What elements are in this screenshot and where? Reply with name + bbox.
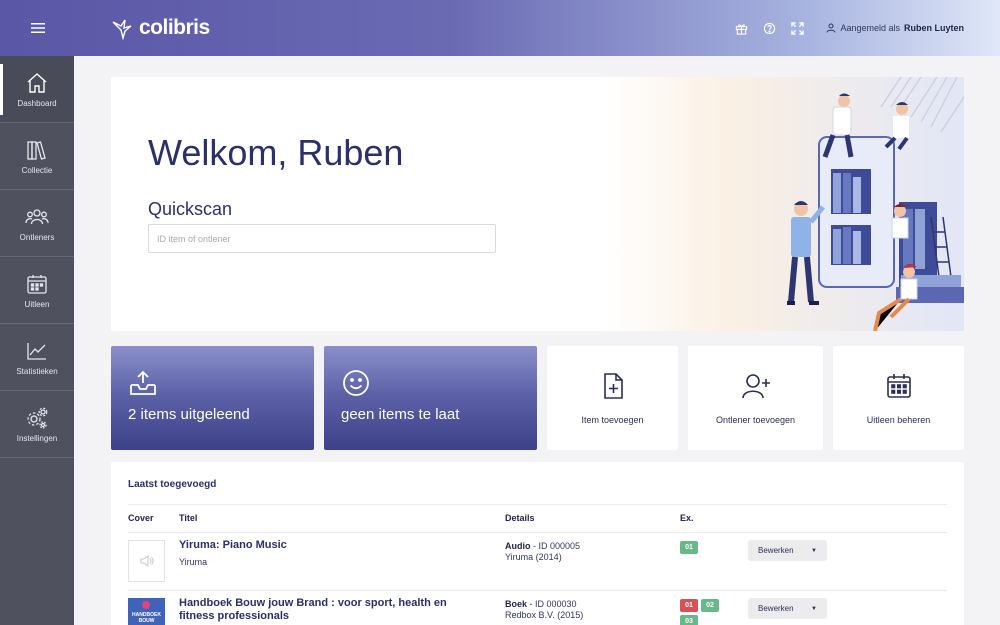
- column-header-copies: Ex.: [680, 513, 694, 523]
- recently-added-panel: Laatst toegevoegd Cover Titel Details Ex…: [111, 462, 964, 625]
- copy-badge[interactable]: 01: [680, 599, 698, 612]
- top-bar: colibris Aangemeld als Ruben Luyten: [0, 0, 1000, 56]
- late-items-text: geen items te laat: [341, 406, 460, 423]
- book-cover: HANDBOEK BOUW: [128, 598, 165, 625]
- item-type: Boek: [505, 599, 528, 609]
- section-title: Laatst toegevoegd: [128, 479, 217, 490]
- sidebar-item-collectie[interactable]: Collectie: [0, 123, 74, 190]
- loaned-items-tile[interactable]: 2 items uitgeleend: [111, 346, 314, 450]
- sidebar-item-uitleen[interactable]: Uitleen: [0, 257, 74, 324]
- sidebar-item-instellingen[interactable]: Instellingen: [0, 391, 74, 458]
- books-icon: [27, 140, 46, 160]
- user-icon: [826, 23, 836, 33]
- logo[interactable]: colibris: [111, 16, 210, 40]
- sidebar-item-dashboard[interactable]: Dashboard: [0, 56, 74, 123]
- inbox-upload-icon: [130, 370, 156, 395]
- welcome-card: Welkom, Ruben Quickscan: [111, 77, 964, 331]
- hummingbird-icon: [112, 19, 132, 40]
- item-publisher: Redbox B.V. (2015): [505, 610, 584, 620]
- column-header-cover: Cover: [128, 513, 154, 523]
- item-type: Audio: [505, 541, 531, 551]
- quickscan-input[interactable]: [148, 224, 496, 253]
- file-add-icon: [603, 373, 623, 399]
- calendar-icon: [27, 274, 47, 294]
- user-name: Ruben Luyten: [904, 23, 964, 33]
- column-header-title: Titel: [179, 513, 198, 523]
- item-title-link[interactable]: Handboek Bouw jouw Brand : voor sport, h…: [179, 597, 479, 623]
- copy-badge[interactable]: 01: [680, 541, 698, 554]
- column-header-details: Details: [505, 513, 535, 523]
- page-title: Welkom, Ruben: [148, 132, 404, 173]
- sidebar-item-label: Statistieken: [16, 366, 58, 376]
- sidebar-item-label: Dashboard: [17, 98, 57, 108]
- edit-button-label: Bewerken: [758, 604, 794, 613]
- chart-icon: [27, 342, 46, 360]
- edit-button[interactable]: Bewerken ▼: [748, 540, 827, 561]
- add-borrower-label: Ontlener toevoegen: [715, 415, 796, 425]
- sidebar-item-label: Uitleen: [24, 299, 50, 309]
- gift-icon[interactable]: [732, 19, 750, 37]
- calendar-icon: [886, 374, 911, 398]
- help-icon[interactable]: [760, 19, 778, 37]
- user-add-icon: [741, 374, 770, 399]
- sidebar-item-ontleners[interactable]: Ontleners: [0, 190, 74, 257]
- loaned-items-text: 2 items uitgeleend: [128, 406, 250, 423]
- add-borrower-tile[interactable]: Ontlener toevoegen: [688, 346, 823, 450]
- cover-placeholder: [128, 540, 165, 582]
- add-item-tile[interactable]: Item toevoegen: [547, 346, 678, 450]
- users-icon: [25, 208, 49, 224]
- divider: [128, 590, 947, 591]
- copy-badge[interactable]: 02: [701, 599, 719, 612]
- sidebar-item-statistieken[interactable]: Statistieken: [0, 324, 74, 391]
- add-item-label: Item toevoegen: [581, 415, 644, 425]
- manage-loans-tile[interactable]: Uitleen beheren: [833, 346, 964, 450]
- item-id: - ID 000005: [530, 541, 581, 551]
- sidebar-item-label: Instellingen: [16, 433, 58, 443]
- divider: [128, 532, 947, 533]
- sidebar-item-label: Ontleners: [19, 232, 55, 242]
- gears-icon: [27, 407, 48, 429]
- audio-icon: [140, 555, 153, 567]
- logo-text: colibris: [139, 16, 210, 39]
- library-illustration: [787, 77, 964, 331]
- home-icon: [27, 72, 47, 93]
- copy-badge[interactable]: 03: [680, 615, 698, 625]
- fullscreen-icon[interactable]: [788, 19, 806, 37]
- smiley-icon: [343, 370, 369, 396]
- manage-loans-label: Uitleen beheren: [866, 415, 931, 425]
- item-author: Yiruma: [179, 557, 208, 567]
- item-id: - ID 000030: [527, 599, 577, 609]
- quickscan-label: Quickscan: [148, 199, 233, 219]
- item-title-link[interactable]: Yiruma: Piano Music: [179, 539, 479, 552]
- edit-button-label: Bewerken: [758, 546, 794, 555]
- item-publisher: Yiruma (2014): [505, 552, 562, 562]
- user-prefix: Aangemeld als: [840, 23, 900, 33]
- sidebar-item-label: Collectie: [21, 165, 53, 175]
- item-details: Boek - ID 000030 Redbox B.V. (2015): [505, 599, 583, 621]
- divider: [128, 504, 947, 505]
- edit-button[interactable]: Bewerken ▼: [748, 598, 827, 619]
- user-info[interactable]: Aangemeld als Ruben Luyten: [826, 23, 964, 33]
- caret-down-icon: ▼: [811, 605, 817, 612]
- sidebar: Dashboard Collectie Ontleners Uitleen St…: [0, 56, 74, 625]
- late-items-tile[interactable]: geen items te laat: [324, 346, 537, 450]
- item-details: Audio - ID 000005 Yiruma (2014): [505, 541, 580, 563]
- caret-down-icon: ▼: [811, 547, 817, 554]
- menu-icon[interactable]: [0, 0, 75, 56]
